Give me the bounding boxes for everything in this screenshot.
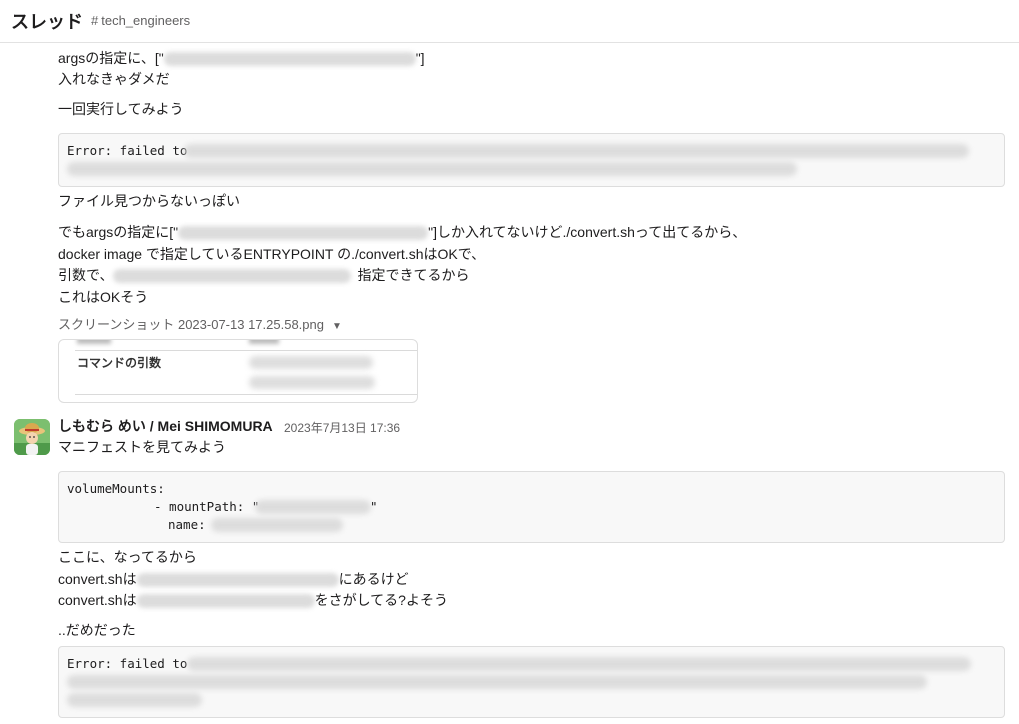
text: "] <box>415 50 425 66</box>
code-line: name: <box>168 517 206 532</box>
text: "]しか入れてないけど./convert.shって出てるから、 <box>428 224 747 240</box>
caret-down-icon[interactable]: ▼ <box>332 321 342 332</box>
channel-link[interactable]: # tech_engineers <box>91 13 190 28</box>
image-preview[interactable]: コマンドの引数 <box>58 339 418 403</box>
divider <box>75 394 417 395</box>
message-line: 一回実行してみよう <box>58 101 184 117</box>
code-line: volumeMounts: <box>67 481 165 496</box>
hash-icon: # <box>91 13 99 28</box>
redacted-text <box>249 356 373 369</box>
redacted-text <box>67 162 797 176</box>
file-attachment-label[interactable]: スクリーンショット 2023-07-13 17.25.58.png ▼ <box>58 314 342 333</box>
redacted-text <box>67 693 202 707</box>
text: argsの指定に、[" <box>58 50 164 66</box>
redacted-text <box>249 376 375 389</box>
redacted-text <box>67 675 927 689</box>
message-line: マニフェストを見てみよう <box>58 439 226 455</box>
message-line: ここに、なってるから <box>58 549 197 565</box>
redacted-text <box>113 269 352 284</box>
message-line: でもargsの指定に[" "]しか入れてないけど./convert.shって出てる… <box>58 222 746 242</box>
message-line: docker image で指定しているENTRYPOINT の./conver… <box>58 246 486 262</box>
text: convert.shは <box>58 592 137 608</box>
message-line: 引数で、 指定できてるから <box>58 265 469 285</box>
preview-label: コマンドの引数 <box>77 356 162 370</box>
file-name: スクリーンショット 2023-07-13 17.25.58.png <box>58 317 324 332</box>
redacted-text <box>163 52 416 67</box>
error-text: Error: failed to <box>67 656 188 671</box>
text: 指定できてるから <box>357 267 470 283</box>
message-timestamp[interactable]: 2023年7月13日 17:36 <box>284 419 400 436</box>
message-line: convert.shは をさがしてる?よそう <box>58 590 448 610</box>
text: でもargsの指定に[" <box>58 224 179 240</box>
avatar-illustration <box>14 419 50 455</box>
redacted-text <box>136 573 339 588</box>
thread-header: スレッド # tech_engineers <box>0 0 1019 43</box>
text: をさがしてる?よそう <box>314 592 448 608</box>
text: にあるけど <box>338 571 409 587</box>
clipped-text <box>249 340 279 344</box>
message-line: argsの指定に、[" "] <box>58 48 425 68</box>
redacted-text <box>187 657 971 671</box>
thread-title: スレッド <box>11 12 83 32</box>
message-line: convert.shは にあるけど <box>58 569 409 589</box>
manifest-code-block: volumeMounts: - mountPath: " " name: <box>58 471 1005 543</box>
clipped-text <box>77 340 111 344</box>
text: 引数で、 <box>58 267 114 283</box>
text: convert.shは <box>58 571 137 587</box>
code-line: - mountPath: " <box>154 499 260 514</box>
channel-name: tech_engineers <box>101 13 191 28</box>
code-line: " <box>370 499 378 514</box>
sender-name[interactable]: しもむら めい / Mei SHIMOMURA <box>58 416 273 436</box>
message-line: ファイル見つからないっぽい <box>58 193 240 209</box>
divider <box>75 350 417 351</box>
message-line: 入れなきゃダメだ <box>58 71 170 87</box>
redacted-text <box>136 594 315 609</box>
error-code-block: Error: failed to <box>58 646 1005 718</box>
redacted-text <box>211 518 343 532</box>
redacted-text <box>184 144 969 158</box>
message-line: これはOKそう <box>58 289 149 305</box>
error-text: Error: failed to <box>67 143 188 158</box>
avatar[interactable] <box>14 419 50 455</box>
redacted-text <box>255 500 371 514</box>
error-code-block: Error: failed to <box>58 133 1005 187</box>
redacted-text <box>178 226 429 241</box>
message-line: ..だめだった <box>58 622 136 638</box>
